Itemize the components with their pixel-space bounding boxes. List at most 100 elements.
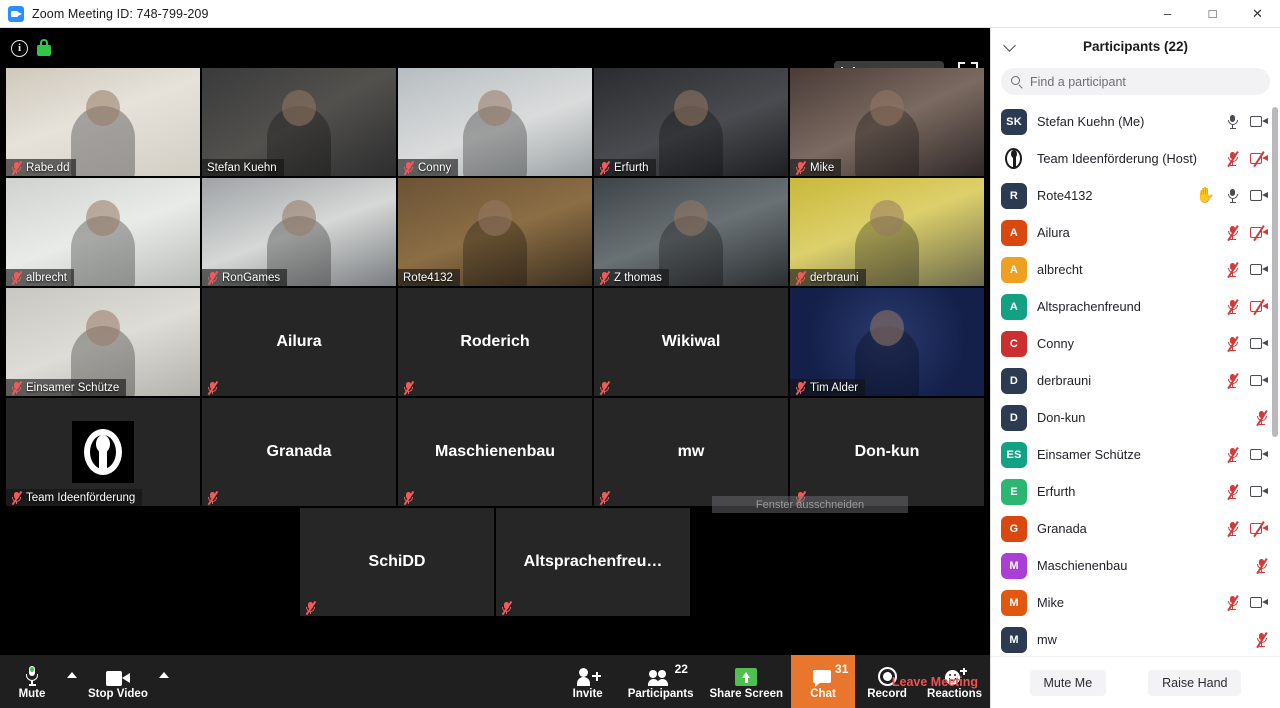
video-tile[interactable]: Granada — [202, 398, 396, 506]
video-tile[interactable]: Wikiwal — [594, 288, 788, 396]
chat-bubble-icon: 31 — [813, 662, 848, 687]
muted-microphone-icon[interactable] — [1226, 372, 1239, 389]
video-tile[interactable]: Z thomas — [594, 178, 788, 286]
microphone-icon[interactable] — [1226, 188, 1239, 204]
minimize-button[interactable]: – — [1145, 0, 1190, 28]
video-tile[interactable]: Maschienenbau — [398, 398, 592, 506]
stop-video-button[interactable]: Stop Video — [80, 655, 156, 708]
tile-nameplate: derbrauni — [790, 269, 866, 286]
video-tile[interactable]: Tim Alder — [790, 288, 984, 396]
video-tile[interactable]: mw — [594, 398, 788, 506]
camera-icon[interactable] — [1250, 485, 1268, 498]
video-tile[interactable]: Rabe.dd — [6, 68, 200, 176]
microphone-icon[interactable] — [1226, 114, 1239, 130]
maximize-button[interactable]: □ — [1190, 0, 1235, 28]
chat-label: Chat — [810, 687, 836, 700]
participant-row[interactable]: Aalbrecht — [991, 251, 1280, 288]
video-tile[interactable]: albrecht — [6, 178, 200, 286]
participant-row[interactable]: M Mike — [991, 584, 1280, 621]
participant-row[interactable]: Team Ideenförderung (Host) — [991, 140, 1280, 177]
tile-nameplate — [398, 489, 421, 506]
muted-microphone-icon[interactable] — [1226, 520, 1239, 537]
video-tile[interactable]: RonGames — [202, 178, 396, 286]
muted-microphone-icon[interactable] — [1226, 261, 1239, 278]
raise-hand-button[interactable]: Raise Hand — [1148, 669, 1242, 696]
mute-button[interactable]: Mute — [0, 655, 64, 708]
video-tile[interactable]: Rote4132 — [398, 178, 592, 286]
video-tile[interactable]: Erfurth — [594, 68, 788, 176]
muted-microphone-icon[interactable] — [1226, 298, 1239, 315]
muted-microphone-icon[interactable] — [1226, 483, 1239, 500]
invite-button[interactable]: Invite — [556, 655, 620, 708]
participant-row[interactable]: R Rote4132 ✋ — [991, 177, 1280, 214]
video-tile[interactable]: Roderich — [398, 288, 592, 396]
participant-status-icons — [1226, 483, 1268, 500]
share-screen-button[interactable]: Share Screen — [702, 655, 792, 708]
muted-microphone-icon[interactable] — [1226, 594, 1239, 611]
muted-microphone-icon[interactable] — [1255, 409, 1268, 426]
video-tile[interactable]: Stefan Kuehn — [202, 68, 396, 176]
camera-off-icon[interactable] — [1250, 299, 1268, 315]
video-grid-row: Rabe.dd Stefan Kuehn Conny Erfurth Mike — [6, 68, 984, 176]
video-tile[interactable]: Team Ideenförderung — [6, 398, 200, 506]
camera-icon[interactable] — [1250, 596, 1268, 609]
mute-me-button[interactable]: Mute Me — [1029, 669, 1107, 696]
video-options-caret-icon[interactable] — [156, 655, 172, 708]
tile-name-label: Einsamer Schütze — [26, 381, 120, 394]
participant-row[interactable]: A Altsprachenfreund — [991, 288, 1280, 325]
video-tile[interactable]: Ailura — [202, 288, 396, 396]
participant-row[interactable]: SK Stefan Kuehn (Me) — [991, 103, 1280, 140]
muted-microphone-icon — [795, 270, 806, 285]
camera-icon[interactable] — [1250, 374, 1268, 387]
leave-meeting-button[interactable]: Leave Meeting — [892, 655, 990, 708]
participant-row[interactable]: D Don-kun — [991, 399, 1280, 436]
participant-row[interactable]: Mmw — [991, 621, 1280, 656]
meeting-info-icon[interactable]: i — [11, 40, 28, 57]
participant-row[interactable]: C Conny — [991, 325, 1280, 362]
camera-icon[interactable] — [1250, 263, 1268, 276]
participant-row[interactable]: A Ailura — [991, 214, 1280, 251]
search-input[interactable] — [1030, 74, 1260, 89]
participants-button[interactable]: 22 Participants — [620, 655, 702, 708]
meeting-toolbar: Mute Stop Video Invite 22 Participants S… — [0, 655, 990, 708]
camera-off-icon[interactable] — [1250, 151, 1268, 167]
video-tile[interactable]: Einsamer Schütze — [6, 288, 200, 396]
muted-microphone-icon[interactable] — [1226, 446, 1239, 463]
participant-row[interactable]: G Granada — [991, 510, 1280, 547]
close-button[interactable]: ✕ — [1235, 0, 1280, 28]
participant-row[interactable]: ES Einsamer Schütze — [991, 436, 1280, 473]
participant-row[interactable]: E Erfurth — [991, 473, 1280, 510]
muted-microphone-icon[interactable] — [1226, 335, 1239, 352]
video-tile[interactable]: Mike — [790, 68, 984, 176]
muted-microphone-icon[interactable] — [1226, 150, 1239, 167]
camera-icon[interactable] — [1250, 115, 1268, 128]
participant-row[interactable]: M Maschienenbau — [991, 547, 1280, 584]
camera-off-icon[interactable] — [1250, 521, 1268, 537]
video-tile[interactable]: Altsprachenfreu… — [496, 508, 690, 616]
tile-nameplate: Tim Alder — [790, 379, 866, 396]
participants-scrollbar[interactable] — [1272, 107, 1278, 437]
muted-microphone-icon[interactable] — [1255, 557, 1268, 574]
video-tile[interactable]: SchiDD — [300, 508, 494, 616]
camera-icon[interactable] — [1250, 337, 1268, 350]
chat-button[interactable]: 31 Chat — [791, 655, 856, 708]
muted-microphone-icon — [795, 380, 806, 395]
participant-name: Rote4132 — [1037, 188, 1093, 203]
encryption-lock-icon[interactable] — [37, 39, 51, 57]
tile-display-name: mw — [677, 443, 705, 460]
audio-options-caret-icon[interactable] — [64, 655, 80, 708]
avatar: D — [1001, 404, 1027, 431]
camera-off-icon[interactable] — [1250, 225, 1268, 241]
muted-microphone-icon[interactable] — [1255, 631, 1268, 648]
tile-display-name: Don-kun — [854, 443, 920, 460]
participant-search-box[interactable] — [1001, 68, 1270, 95]
video-tile[interactable]: Don-kun — [790, 398, 984, 506]
tile-name-label: Z thomas — [614, 271, 662, 284]
participants-list[interactable]: SK Stefan Kuehn (Me) Team Ideenförderung (… — [991, 103, 1280, 656]
camera-icon[interactable] — [1250, 448, 1268, 461]
camera-icon[interactable] — [1250, 189, 1268, 202]
participant-row[interactable]: Dderbrauni — [991, 362, 1280, 399]
video-tile[interactable]: derbrauni — [790, 178, 984, 286]
muted-microphone-icon[interactable] — [1226, 224, 1239, 241]
video-tile[interactable]: Conny — [398, 68, 592, 176]
